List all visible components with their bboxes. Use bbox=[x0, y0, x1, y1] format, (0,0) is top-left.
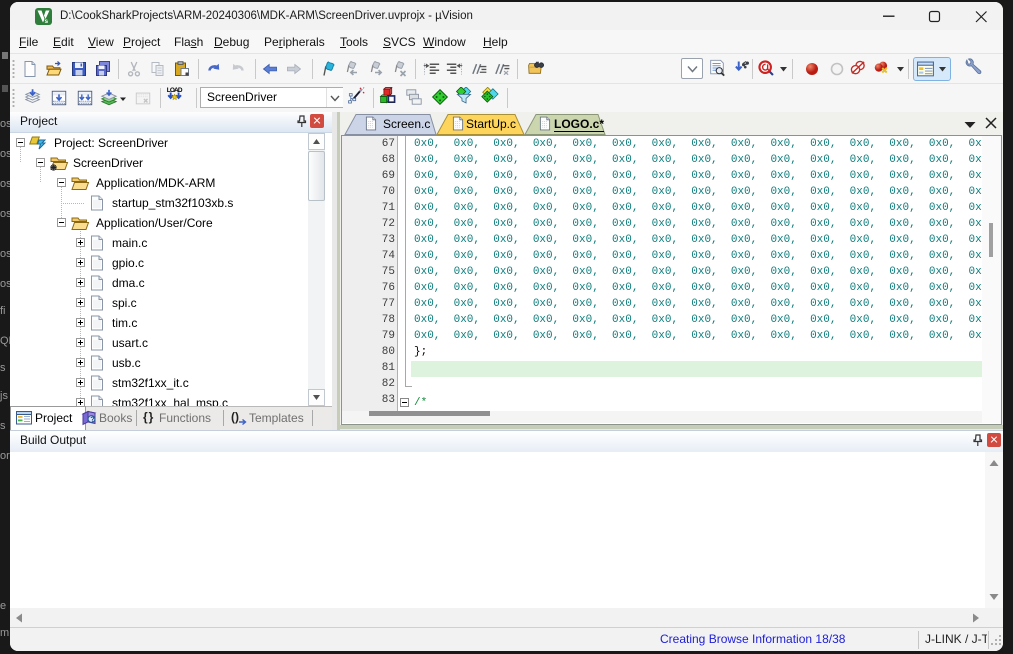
svg-text:?: ? bbox=[90, 415, 95, 424]
svg-text:LOAD: LOAD bbox=[167, 87, 183, 94]
svg-text:s: s bbox=[45, 18, 49, 25]
